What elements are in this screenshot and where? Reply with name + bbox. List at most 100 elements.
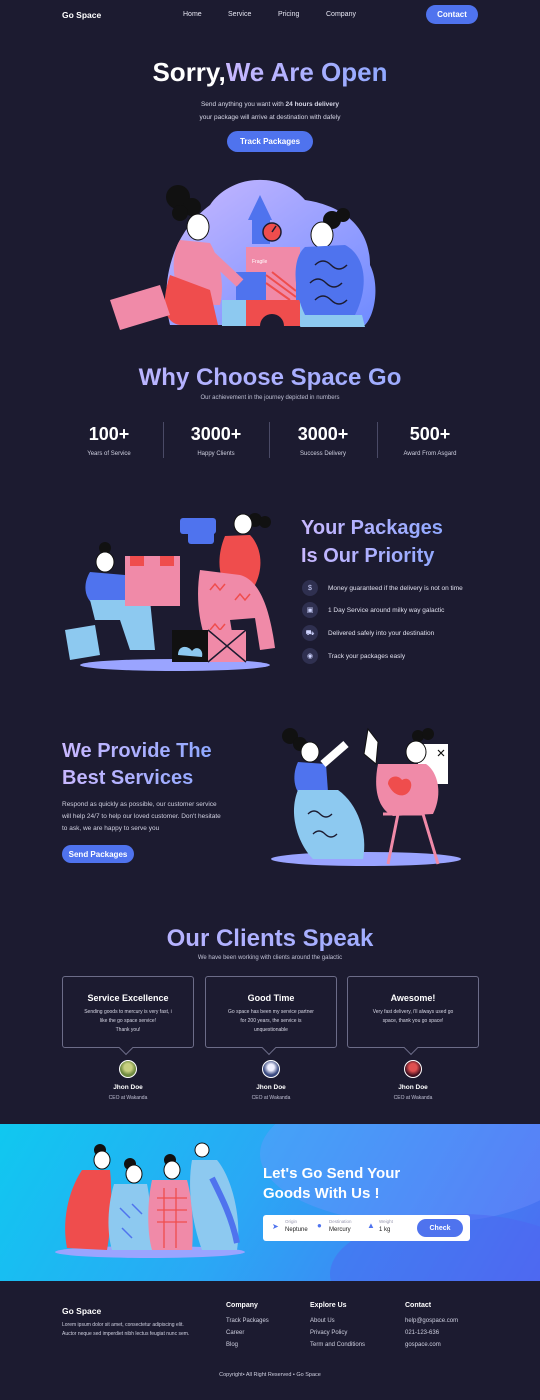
footer-logo[interactable]: Go Space bbox=[62, 1306, 101, 1316]
send-illustration bbox=[55, 1142, 245, 1258]
services-title-line2: Best Services bbox=[62, 767, 194, 789]
stat-label: Years of Service bbox=[87, 451, 131, 457]
contact-button[interactable]: Contact bbox=[426, 5, 478, 24]
feature-text: 1 Day Service around milky way galactic bbox=[328, 606, 445, 614]
stat-number: 500+ bbox=[409, 424, 451, 444]
stat-label: Award From Asgard bbox=[403, 451, 457, 457]
footer-link-blog[interactable]: Blog bbox=[226, 1342, 269, 1348]
footer-link-track[interactable]: Track Packages bbox=[226, 1318, 269, 1324]
origin-label: Origin bbox=[285, 1219, 298, 1224]
services-body-line: to ask, we are happy to serve you bbox=[62, 825, 160, 832]
footer-heading: Contact bbox=[405, 1302, 432, 1309]
avatar bbox=[404, 1060, 422, 1078]
logo[interactable]: Go Space bbox=[62, 10, 101, 20]
divider bbox=[269, 422, 270, 458]
priority-illustration bbox=[65, 513, 275, 671]
footer-company: Company Track Packages Career Blog bbox=[226, 1302, 269, 1354]
nav-link-service[interactable]: Service bbox=[228, 11, 251, 18]
review-text: unquestionable bbox=[254, 1027, 288, 1033]
feature-text: Track your packages easly bbox=[328, 652, 406, 660]
services-body: Respond as quickly as possible, our cust… bbox=[62, 799, 221, 835]
footer-about-line: Lorem ipsum dolor sit amet, consectetur … bbox=[62, 1322, 184, 1328]
review-text: Go space has been my service partner bbox=[228, 1009, 314, 1015]
stat-number: 3000+ bbox=[190, 424, 242, 444]
hero-sub-text: Send anything you want with bbox=[200, 101, 286, 108]
footer-website[interactable]: gospace.com bbox=[405, 1342, 458, 1348]
box-icon: ▣ bbox=[302, 602, 318, 618]
review-text: Thank you! bbox=[115, 1027, 141, 1033]
feature-item: ◉ Track your packages easly bbox=[302, 648, 405, 664]
hero-title-white: Sorry, bbox=[152, 57, 226, 87]
feature-item: ⛟ Delivered safely into your destination bbox=[302, 625, 434, 641]
review-card: Awesome! Very fast delivery, i'll always… bbox=[347, 976, 479, 1056]
why-title: Why Choose Space Go bbox=[0, 364, 540, 392]
review-title: Service Excellence bbox=[87, 993, 169, 1003]
send-title-line1: Let's Go Send Your bbox=[263, 1165, 401, 1182]
services-title-line1: We Provide The bbox=[62, 740, 212, 762]
stat-years: 100+ Years of Service bbox=[59, 424, 159, 457]
weight-field[interactable]: Weight 1 kg bbox=[379, 1219, 393, 1233]
nav-link-pricing[interactable]: Pricing bbox=[278, 11, 299, 18]
client-role: CEO at Wakanda bbox=[108, 1095, 148, 1101]
avatar bbox=[119, 1060, 137, 1078]
destination-field[interactable]: Destination Mercury bbox=[329, 1219, 352, 1233]
stat-number: 3000+ bbox=[297, 424, 349, 444]
feature-text: Delivered safely into your destination bbox=[328, 629, 435, 637]
footer-link-career[interactable]: Career bbox=[226, 1330, 269, 1336]
client-role: CEO at Wakanda bbox=[251, 1095, 291, 1101]
footer-link-privacy[interactable]: Privacy Policy bbox=[310, 1330, 365, 1336]
send-title: Let's Go Send Your Goods With Us ! bbox=[263, 1164, 400, 1204]
stat-award: 500+ Award From Asgard bbox=[380, 424, 480, 457]
footer-link-terms[interactable]: Term and Conditions bbox=[310, 1342, 365, 1348]
hero-sub-line2: your package will arrive at destination … bbox=[199, 114, 341, 121]
weight-icon: ▲ bbox=[367, 1221, 375, 1230]
review-text: like the go space service! bbox=[99, 1018, 157, 1024]
priority-title-line2: Is Our Priority bbox=[301, 545, 435, 567]
services-body-line: will help 24/7 to help our loved custome… bbox=[62, 813, 221, 820]
check-button[interactable]: Check bbox=[417, 1219, 463, 1237]
divider bbox=[377, 422, 378, 458]
avatar bbox=[262, 1060, 280, 1078]
eye-icon: ◉ bbox=[302, 648, 318, 664]
weight-label: Weight bbox=[379, 1219, 393, 1224]
footer-link-about[interactable]: About Us bbox=[310, 1318, 365, 1324]
track-packages-button[interactable]: Track Packages bbox=[227, 131, 313, 152]
review-text: Sending goods to mercury is very fast, i bbox=[84, 1009, 172, 1015]
services-title: We Provide The Best Services bbox=[62, 738, 212, 792]
client-name: Jhon Doe bbox=[256, 1084, 286, 1091]
review-text: for 200 years, the service is bbox=[240, 1018, 302, 1024]
copyright: Copyright• All Right Reserved • Go Space bbox=[219, 1372, 321, 1378]
priority-title: Your Packages Is Our Priority bbox=[301, 514, 443, 570]
review-title: Good Time bbox=[247, 993, 295, 1003]
client-info: Jhon Doe CEO at Wakanda bbox=[205, 1060, 337, 1101]
review-card: Good Time Go space has been my service p… bbox=[205, 976, 337, 1056]
stat-delivery: 3000+ Success Delivery bbox=[273, 424, 373, 457]
send-icon: ➤ bbox=[272, 1222, 279, 1231]
nav-link-home[interactable]: Home bbox=[183, 11, 202, 18]
send-banner: Let's Go Send Your Goods With Us ! ➤ Ori… bbox=[0, 1124, 540, 1281]
hero-title-gradient: We Are Open bbox=[225, 57, 388, 87]
send-packages-button[interactable]: Send Packages bbox=[62, 845, 134, 863]
footer-explore: Explore Us About Us Privacy Policy Term … bbox=[310, 1302, 365, 1354]
truck-icon: ⛟ bbox=[302, 625, 318, 641]
footer-heading: Explore Us bbox=[310, 1302, 347, 1309]
fragile-label-1: Fragile bbox=[252, 259, 268, 265]
hero-illustration: Fragile bbox=[110, 179, 376, 330]
hero-sub-bold: 24 hours delivery bbox=[285, 101, 340, 108]
review-card: Service Excellence Sending goods to merc… bbox=[62, 976, 194, 1056]
hero-subtitle: Send anything you want with 24 hours del… bbox=[0, 98, 540, 124]
hero-title: Sorry,We Are Open bbox=[0, 57, 540, 88]
footer-email[interactable]: help@gospace.com bbox=[405, 1318, 458, 1324]
nav-link-company[interactable]: Company bbox=[326, 11, 356, 18]
review-title: Awesome! bbox=[390, 993, 436, 1003]
footer-contact: Contact help@gospace.com 021-123-636 gos… bbox=[405, 1302, 458, 1354]
feature-text: Money guaranteed if the delivery is not … bbox=[328, 584, 463, 592]
footer-phone[interactable]: 021-123-636 bbox=[405, 1330, 458, 1336]
services-body-line: Respond as quickly as possible, our cust… bbox=[62, 801, 217, 808]
feature-item: $ Money guaranteed if the delivery is not… bbox=[302, 580, 463, 596]
services-illustration bbox=[271, 727, 461, 866]
origin-field[interactable]: Origin Neptune bbox=[285, 1219, 308, 1233]
clients-title: Our Clients Speak bbox=[0, 925, 540, 953]
client-name: Jhon Doe bbox=[113, 1084, 143, 1091]
clients-subtitle: We have been working with clients around… bbox=[197, 955, 343, 961]
